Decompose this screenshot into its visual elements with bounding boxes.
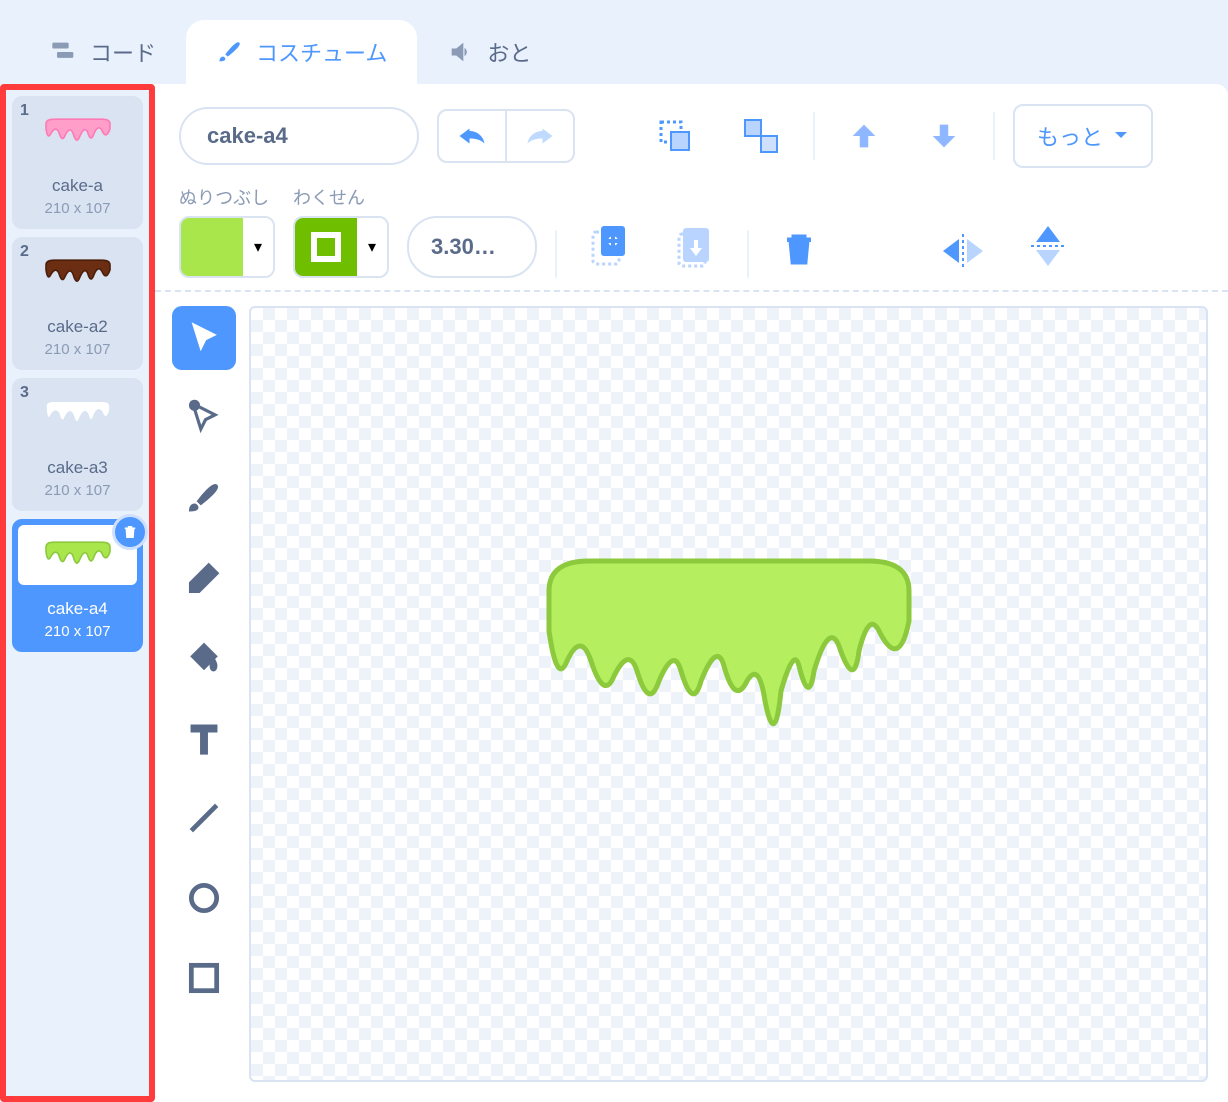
outline-swatch	[295, 218, 357, 276]
flip-vertical-button[interactable]	[1017, 214, 1079, 278]
costume-index: 4	[23, 528, 32, 546]
tab-sounds[interactable]: おと	[417, 20, 561, 84]
costume-item-selected[interactable]: 4 cake-a4 210 x 107	[12, 519, 143, 652]
reshape-tool[interactable]	[172, 386, 236, 450]
costume-dimensions: 210 x 107	[18, 482, 137, 499]
divider	[555, 230, 557, 278]
costume-item[interactable]: 1 cake-a 210 x 107	[12, 96, 143, 229]
bucket-icon	[185, 639, 223, 677]
paste-icon	[675, 224, 715, 268]
eraser-tool[interactable]	[172, 546, 236, 610]
redo-icon	[525, 125, 555, 147]
costume-name: cake-a2	[18, 317, 137, 337]
text-tool[interactable]	[172, 706, 236, 770]
fill-swatch	[181, 218, 243, 276]
ungroup-icon	[741, 116, 781, 156]
copy-button[interactable]	[575, 214, 643, 278]
text-icon	[185, 719, 223, 757]
reshape-icon	[185, 399, 223, 437]
backward-button[interactable]	[913, 109, 975, 163]
costume-index: 1	[20, 102, 29, 120]
paint-canvas[interactable]	[249, 306, 1208, 1082]
delete-button[interactable]	[767, 218, 831, 278]
costume-item[interactable]: 3 cake-a3 210 x 107	[12, 378, 143, 511]
brush-tool[interactable]	[172, 466, 236, 530]
circle-icon	[185, 879, 223, 917]
arrow-down-icon	[927, 119, 961, 153]
select-tool[interactable]	[172, 306, 236, 370]
more-button[interactable]: もっと	[1013, 104, 1153, 168]
costume-thumbnail	[18, 102, 137, 162]
paste-button[interactable]	[661, 214, 729, 278]
group-button[interactable]	[641, 106, 709, 166]
copy-icon	[589, 224, 629, 268]
flip-horizontal-icon	[941, 234, 985, 268]
undo-icon	[457, 125, 487, 147]
group-icon	[655, 116, 695, 156]
ungroup-button[interactable]	[727, 106, 795, 166]
costume-thumbnail	[18, 243, 137, 303]
line-icon	[185, 799, 223, 837]
costume-name: cake-a3	[18, 458, 137, 478]
trash-icon	[781, 228, 817, 268]
costume-dimensions: 210 x 107	[18, 623, 137, 640]
costume-item[interactable]: 2 cake-a2 210 x 107	[12, 237, 143, 370]
costume-index: 2	[20, 243, 29, 261]
eraser-icon	[185, 559, 223, 597]
tab-label: コスチューム	[256, 36, 387, 68]
divider	[747, 230, 749, 278]
paint-tools	[169, 306, 239, 1102]
divider	[813, 112, 815, 160]
brush-icon	[216, 38, 244, 66]
costume-dimensions: 210 x 107	[18, 341, 137, 358]
arrow-up-icon	[847, 119, 881, 153]
chevron-down-icon: ▾	[357, 218, 387, 276]
redo-button[interactable]	[507, 111, 573, 161]
outline-color-picker[interactable]: ▾	[293, 216, 389, 278]
outline-label: わくせん	[293, 184, 389, 210]
delete-costume-button[interactable]	[112, 514, 148, 550]
tab-label: おと	[487, 36, 531, 68]
undo-button[interactable]	[439, 111, 507, 161]
costume-thumbnail	[18, 384, 137, 444]
flip-horizontal-button[interactable]	[927, 224, 999, 278]
chevron-down-icon	[1113, 130, 1129, 142]
costume-index: 3	[20, 384, 29, 402]
fill-color-picker[interactable]: ▾	[179, 216, 275, 278]
tab-label: コード	[90, 36, 156, 68]
line-tool[interactable]	[172, 786, 236, 850]
divider	[993, 112, 995, 160]
tab-costumes[interactable]: コスチューム	[186, 20, 417, 84]
rectangle-tool[interactable]	[172, 946, 236, 1010]
fill-label: ぬりつぶし	[179, 184, 275, 210]
stroke-width-input[interactable]	[407, 216, 537, 278]
trash-icon	[121, 523, 139, 541]
chevron-down-icon: ▾	[243, 218, 273, 276]
costume-list-panel: 1 cake-a 210 x 107 2 cake-a2 210 x 107 3…	[0, 84, 155, 1102]
cursor-icon	[185, 319, 223, 357]
tab-code[interactable]: コード	[20, 20, 186, 84]
flip-vertical-icon	[1031, 224, 1065, 268]
costume-name-input[interactable]	[179, 107, 419, 165]
square-icon	[185, 959, 223, 997]
forward-button[interactable]	[833, 109, 895, 163]
circle-tool[interactable]	[172, 866, 236, 930]
fill-tool[interactable]	[172, 626, 236, 690]
more-label: もっと	[1037, 120, 1103, 152]
costume-name: cake-a	[18, 176, 137, 196]
paintbrush-icon	[185, 479, 223, 517]
canvas-artwork	[519, 551, 939, 771]
sound-icon	[447, 38, 475, 66]
blocks-icon	[50, 38, 78, 66]
costume-name: cake-a4	[18, 599, 137, 619]
costume-dimensions: 210 x 107	[18, 200, 137, 217]
